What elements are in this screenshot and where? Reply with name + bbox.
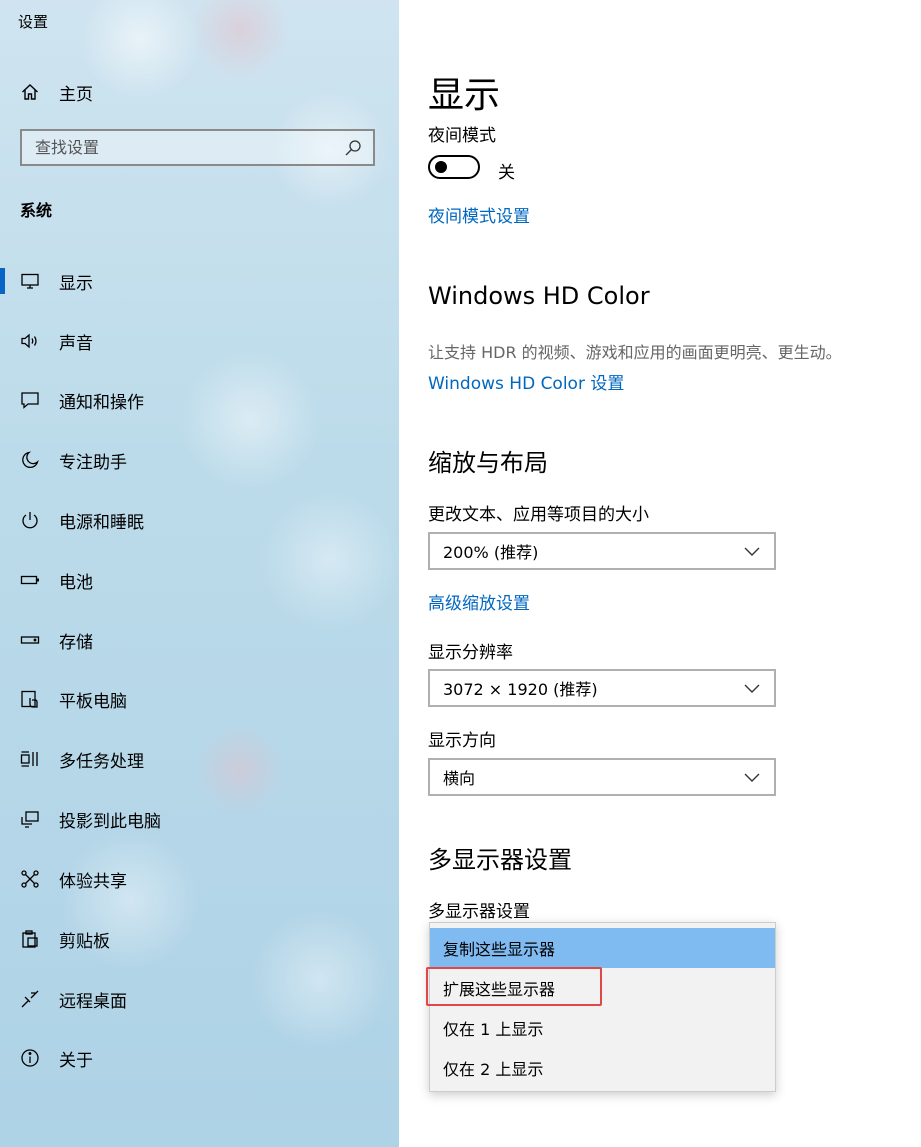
sidebar-item-label: 电池	[59, 572, 93, 593]
home-icon	[20, 82, 40, 102]
active-indicator	[0, 268, 5, 294]
moon-icon	[20, 450, 40, 470]
search-input[interactable]	[22, 131, 343, 164]
scale-value: 200% (推荐)	[443, 543, 539, 562]
sidebar-item-label: 多任务处理	[59, 751, 144, 772]
sidebar-item-power[interactable]: 电源和睡眠	[0, 505, 399, 535]
night-mode-toggle[interactable]	[428, 155, 480, 179]
chevron-down-icon	[742, 767, 762, 787]
clipboard-icon	[20, 929, 40, 949]
remote-desktop-icon	[20, 989, 40, 1009]
sidebar-item-display[interactable]: 显示	[0, 266, 399, 296]
storage-icon	[20, 630, 40, 650]
sidebar-item-focus-assist[interactable]: 专注助手	[0, 445, 399, 475]
sidebar-item-label: 电源和睡眠	[59, 512, 144, 533]
sidebar-item-label: 声音	[59, 333, 93, 354]
sidebar-item-label: 通知和操作	[59, 392, 144, 413]
hdr-description: 让支持 HDR 的视频、游戏和应用的画面更明亮、更生动。	[428, 343, 842, 362]
sidebar-item-label: 投影到此电脑	[59, 811, 161, 832]
option-label: 复制这些显示器	[443, 940, 556, 959]
sidebar-item-label: 专注助手	[59, 452, 127, 473]
info-icon	[20, 1048, 40, 1068]
sidebar-item-clipboard[interactable]: 剪贴板	[0, 924, 399, 954]
multi-display-dropdown-list: 复制这些显示器 扩展这些显示器 仅在 1 上显示 仅在 2 上显示	[429, 922, 776, 1092]
night-mode-settings-link[interactable]: 夜间模式设置	[428, 202, 530, 227]
multi-display-heading: 多显示器设置	[428, 846, 572, 874]
sidebar-item-label: 平板电脑	[59, 691, 127, 712]
sidebar-item-label: 体验共享	[59, 871, 127, 892]
share-icon	[20, 869, 40, 889]
advanced-scaling-link[interactable]: 高级缩放设置	[428, 589, 530, 614]
resolution-dropdown[interactable]: 3072 × 1920 (推荐)	[428, 669, 776, 707]
battery-icon	[20, 570, 40, 590]
size-label: 更改文本、应用等项目的大小	[428, 505, 649, 525]
sidebar-item-label: 远程桌面	[59, 991, 127, 1012]
sidebar-item-storage[interactable]: 存储	[0, 625, 399, 655]
sidebar-item-label: 存储	[59, 632, 93, 653]
page-title: 显示	[428, 75, 501, 116]
search-box[interactable]	[20, 129, 375, 166]
sidebar-item-shared-experiences[interactable]: 体验共享	[0, 864, 399, 894]
chevron-down-icon	[742, 541, 762, 561]
toggle-knob	[435, 161, 447, 173]
hdr-settings-link[interactable]: Windows HD Color 设置	[428, 369, 624, 394]
power-icon	[20, 510, 40, 530]
sidebar-item-multitasking[interactable]: 多任务处理	[0, 744, 399, 774]
main-content: 显示 夜间模式 关 夜间模式设置 Windows HD Color 让支持 HD…	[399, 0, 921, 1147]
sidebar: 设置 主页 系统 显示 声音 通知和操	[0, 0, 399, 1147]
night-mode-label: 夜间模式	[428, 126, 496, 146]
home-nav-item[interactable]: 主页	[20, 80, 93, 105]
home-label: 主页	[59, 84, 93, 105]
projection-icon	[20, 809, 40, 829]
sidebar-item-label: 关于	[59, 1050, 93, 1071]
notification-icon	[20, 390, 40, 410]
orientation-value: 横向	[443, 769, 476, 788]
sidebar-item-notifications[interactable]: 通知和操作	[0, 385, 399, 415]
sidebar-item-battery[interactable]: 电池	[0, 565, 399, 595]
monitor-icon	[20, 271, 40, 291]
sidebar-item-projection[interactable]: 投影到此电脑	[0, 804, 399, 834]
scale-heading: 缩放与布局	[428, 449, 548, 477]
multi-display-label: 多显示器设置	[428, 902, 530, 922]
night-mode-state: 关	[498, 163, 515, 183]
hdr-heading: Windows HD Color	[428, 282, 650, 310]
tablet-icon	[20, 689, 40, 709]
sidebar-item-label: 显示	[59, 273, 93, 294]
option-show-only-2[interactable]: 仅在 2 上显示	[430, 1048, 775, 1088]
option-label: 仅在 2 上显示	[443, 1060, 544, 1079]
sidebar-item-tablet[interactable]: 平板电脑	[0, 684, 399, 714]
option-label: 仅在 1 上显示	[443, 1020, 544, 1039]
resolution-label: 显示分辨率	[428, 643, 513, 663]
orientation-label: 显示方向	[428, 731, 496, 751]
sidebar-item-about[interactable]: 关于	[0, 1043, 399, 1073]
option-show-only-1[interactable]: 仅在 1 上显示	[430, 1008, 775, 1048]
search-icon[interactable]	[343, 138, 363, 158]
chevron-down-icon	[742, 678, 762, 698]
resolution-value: 3072 × 1920 (推荐)	[443, 680, 598, 699]
multitask-icon	[20, 749, 40, 769]
option-duplicate[interactable]: 复制这些显示器	[430, 928, 775, 968]
sidebar-item-remote-desktop[interactable]: 远程桌面	[0, 984, 399, 1014]
orientation-dropdown[interactable]: 横向	[428, 758, 776, 796]
scale-dropdown[interactable]: 200% (推荐)	[428, 532, 776, 570]
sidebar-item-sound[interactable]: 声音	[0, 326, 399, 356]
section-title: 系统	[20, 201, 53, 220]
option-extend[interactable]: 扩展这些显示器	[430, 968, 775, 1008]
sidebar-item-label: 剪贴板	[59, 931, 110, 952]
app-title: 设置	[18, 13, 49, 31]
option-label: 扩展这些显示器	[443, 980, 556, 999]
speaker-icon	[20, 331, 40, 351]
